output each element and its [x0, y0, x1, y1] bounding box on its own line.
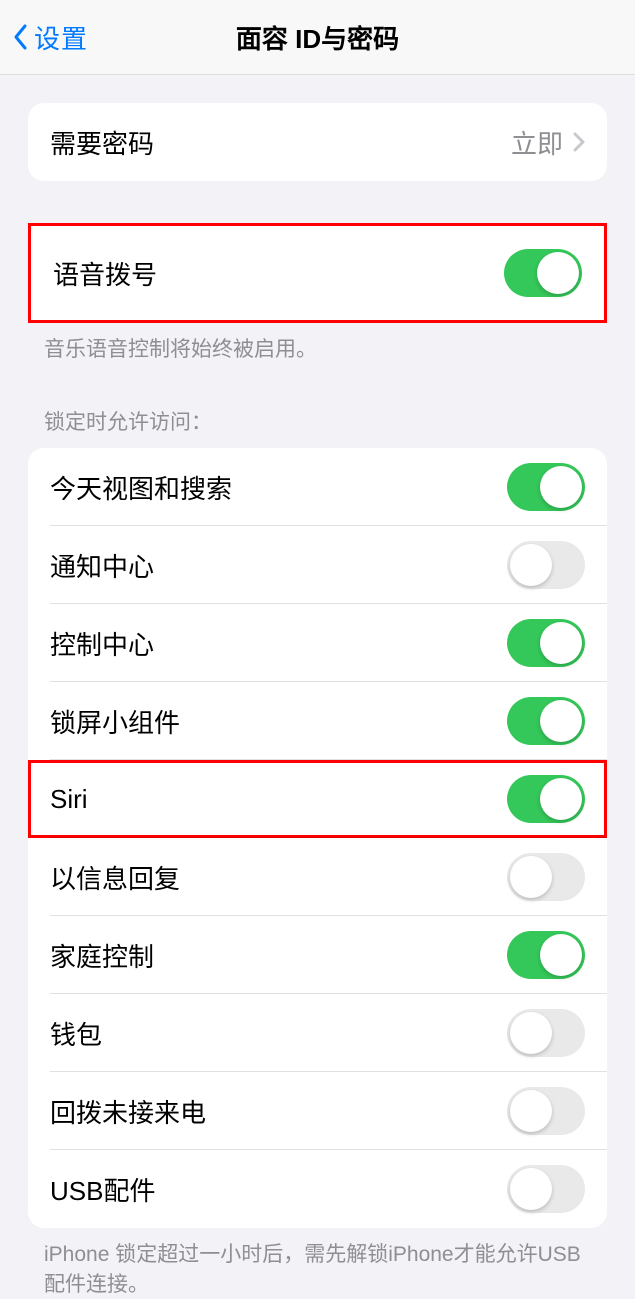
chevron-right-icon: [573, 132, 585, 152]
toggle-knob: [540, 934, 582, 976]
lock-access-toggle[interactable]: [507, 619, 585, 667]
lock-access-item-label: 通知中心: [50, 547, 154, 584]
chevron-left-icon: [12, 23, 30, 51]
lock-access-item-label: 今天视图和搜索: [50, 469, 232, 506]
page-title: 面容 ID与密码: [236, 19, 399, 56]
passcode-group: 需要密码 立即: [28, 103, 607, 181]
lock-access-row: 锁屏小组件: [28, 682, 607, 760]
lock-access-item-label: 家庭控制: [50, 937, 154, 974]
lock-access-row: 家庭控制: [28, 916, 607, 994]
toggle-knob: [537, 252, 579, 294]
lock-access-item-label: 回拨未接来电: [50, 1093, 206, 1130]
back-button[interactable]: 设置: [12, 19, 88, 56]
lock-access-header: 锁定时允许访问：: [0, 406, 635, 448]
voice-dial-label: 语音拨号: [53, 255, 157, 292]
lock-access-toggle[interactable]: [507, 541, 585, 589]
lock-access-footer: iPhone 锁定超过一小时后，需先解锁iPhone才能允许USB 配件连接。: [0, 1228, 635, 1299]
lock-access-toggle[interactable]: [507, 1165, 585, 1213]
toggle-knob: [510, 1090, 552, 1132]
toggle-knob: [510, 856, 552, 898]
lock-access-row: 以信息回复: [28, 838, 607, 916]
lock-access-row: 今天视图和搜索: [28, 448, 607, 526]
toggle-knob: [540, 778, 582, 820]
lock-access-toggle[interactable]: [507, 775, 585, 823]
require-passcode-value: 立即: [511, 124, 585, 161]
require-passcode-value-text: 立即: [511, 124, 563, 161]
lock-access-row: 控制中心: [28, 604, 607, 682]
back-label: 设置: [34, 19, 88, 56]
lock-access-row: 回拨未接来电: [28, 1072, 607, 1150]
lock-access-toggle[interactable]: [507, 853, 585, 901]
voice-dial-highlight: 语音拨号: [28, 223, 607, 323]
lock-access-item-label: Siri: [50, 784, 88, 815]
lock-access-item-label: USB配件: [50, 1171, 155, 1208]
lock-access-toggle[interactable]: [507, 463, 585, 511]
lock-access-row: USB配件: [28, 1150, 607, 1228]
lock-access-group: 今天视图和搜索通知中心控制中心锁屏小组件 Siri 以信息回复家庭控制钱包回拨未接来…: [28, 448, 607, 1228]
lock-access-item-label: 钱包: [50, 1015, 102, 1052]
lock-access-item-label: 锁屏小组件: [50, 703, 180, 740]
voice-dial-toggle[interactable]: [504, 249, 582, 297]
toggle-knob: [510, 1012, 552, 1054]
toggle-knob: [510, 1168, 552, 1210]
lock-access-row: 通知中心: [28, 526, 607, 604]
toggle-knob: [540, 700, 582, 742]
lock-access-item-label: 以信息回复: [50, 859, 180, 896]
toggle-knob: [540, 622, 582, 664]
lock-access-row: 钱包: [28, 994, 607, 1072]
voice-dial-row: 语音拨号: [31, 226, 604, 320]
lock-access-toggle[interactable]: [507, 931, 585, 979]
toggle-knob: [510, 544, 552, 586]
lock-access-toggle[interactable]: [507, 1009, 585, 1057]
toggle-knob: [540, 466, 582, 508]
content-area: 需要密码 立即 语音拨号 音乐语音控制将始终被启用。 锁定时允许访问： 今天视图…: [0, 75, 635, 1299]
lock-access-toggle[interactable]: [507, 1087, 585, 1135]
lock-access-item-label: 控制中心: [50, 625, 154, 662]
lock-access-toggle[interactable]: [507, 697, 585, 745]
require-passcode-row[interactable]: 需要密码 立即: [28, 103, 607, 181]
require-passcode-label: 需要密码: [50, 124, 154, 161]
voice-dial-footer: 音乐语音控制将始终被启用。: [0, 323, 635, 364]
lock-access-row: Siri: [28, 760, 607, 838]
nav-header: 设置 面容 ID与密码: [0, 0, 635, 75]
